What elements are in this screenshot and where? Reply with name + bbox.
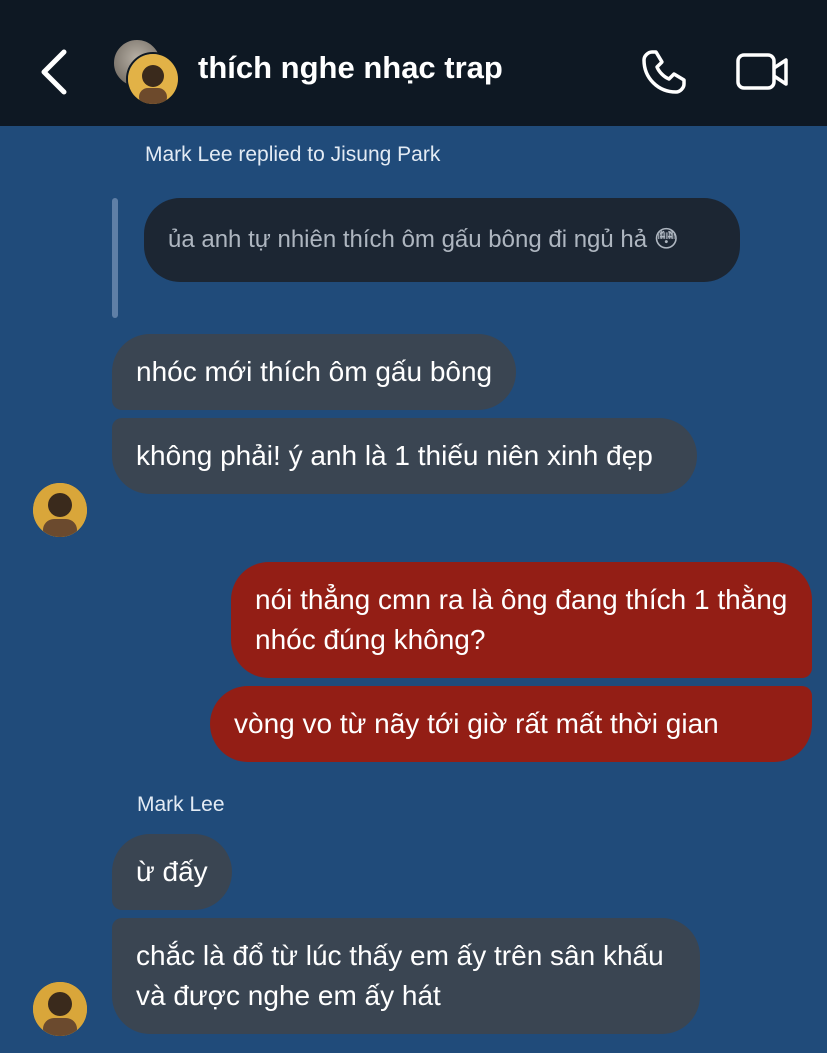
message-bubble-incoming[interactable]: không phải! ý anh là 1 thiếu niên xinh đ… — [112, 418, 697, 494]
sender-name: Mark Lee — [137, 793, 225, 816]
reply-indicator-bar — [112, 198, 118, 318]
video-camera-icon — [736, 53, 788, 90]
phone-icon — [642, 50, 686, 94]
quoted-message[interactable]: ủa anh tự nhiên thích ôm gấu bông đi ngủ… — [144, 198, 740, 282]
call-button[interactable] — [638, 46, 690, 98]
message-bubble-incoming[interactable]: nhóc mới thích ôm gấu bông — [112, 334, 517, 410]
message-bubble-incoming[interactable]: chắc là đổ từ lúc thấy em ấy trên sân kh… — [112, 918, 700, 1034]
message-bubble-outgoing[interactable]: nói thẳng cmn ra là ông đang thích 1 thằ… — [231, 562, 812, 678]
back-button[interactable] — [28, 44, 84, 100]
chat-title[interactable]: thích nghe nhạc trap — [198, 50, 503, 86]
group-avatar[interactable] — [110, 38, 180, 106]
member-avatar-front — [126, 52, 180, 106]
sender-avatar[interactable] — [33, 982, 87, 1036]
message-bubble-incoming[interactable]: ừ đấy — [112, 834, 232, 910]
chevron-left-icon — [41, 49, 67, 95]
video-call-button[interactable] — [734, 46, 792, 98]
chat-header: thích nghe nhạc trap — [0, 0, 827, 126]
reply-caption: Mark Lee replied to Jisung Park — [145, 143, 441, 166]
sender-avatar[interactable] — [33, 483, 87, 537]
message-bubble-outgoing[interactable]: vòng vo từ nãy tới giờ rất mất thời gian — [210, 686, 812, 762]
